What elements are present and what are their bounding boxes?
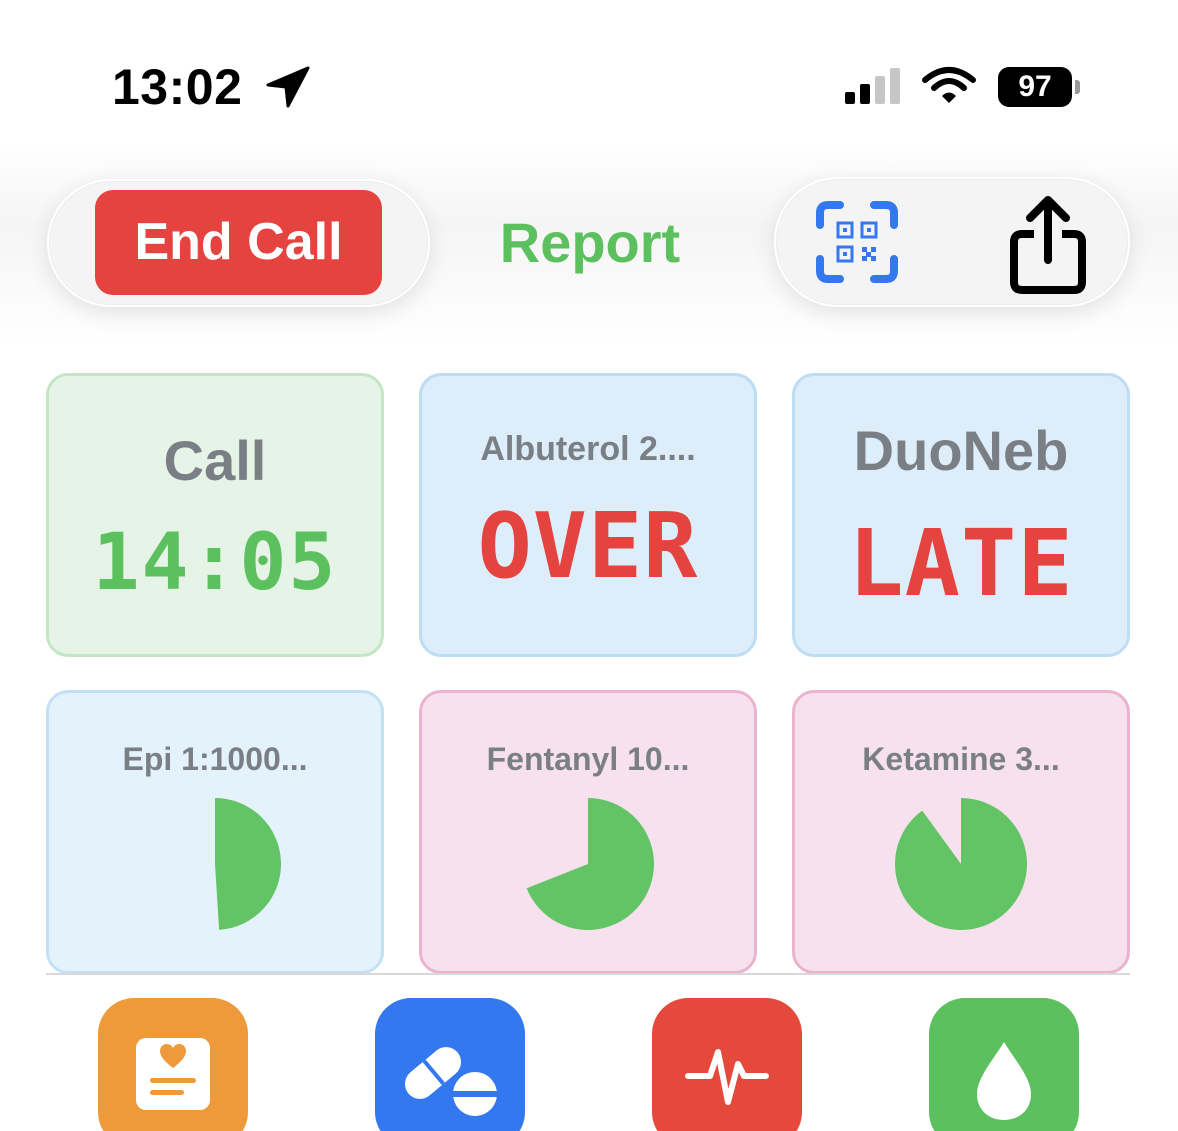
battery-level: 97 — [1018, 70, 1052, 103]
pills-icon — [404, 1047, 499, 1116]
tab-fluids[interactable] — [929, 998, 1079, 1131]
patient-card-icon — [136, 1038, 210, 1110]
tile-label: Ketamine 3... — [862, 741, 1060, 777]
battery-icon: 97 — [998, 67, 1072, 107]
call-timer-value: 14:05 — [92, 518, 338, 608]
tile-ketamine[interactable]: Ketamine 3... — [792, 690, 1130, 974]
tile-label: Fentanyl 10... — [486, 741, 690, 777]
tile-label: Albuterol 2.... — [480, 430, 696, 468]
progress-pie — [894, 798, 1027, 930]
tile-label: DuoNeb — [853, 419, 1069, 482]
progress-pie — [526, 798, 654, 930]
status-time: 13:02 — [112, 59, 243, 115]
cellular-signal-icon — [845, 68, 900, 104]
tab-patient[interactable] — [98, 998, 248, 1131]
tile-call-timer[interactable]: Call 14:05 — [46, 373, 384, 657]
wifi-icon — [922, 67, 976, 103]
tab-vitals[interactable] — [652, 998, 802, 1131]
tile-duoneb[interactable]: DuoNeb LATE — [792, 373, 1130, 657]
battery-nub — [1075, 80, 1080, 94]
tile-label: Call — [163, 429, 267, 492]
fluid-drop-icon — [977, 1042, 1031, 1120]
status-value: OVER — [477, 494, 699, 599]
tile-label: Epi 1:1000... — [122, 741, 308, 777]
divider — [46, 973, 1130, 975]
heartbeat-icon — [685, 1049, 769, 1105]
share-icon[interactable] — [1006, 194, 1090, 294]
page-title: Report — [499, 211, 681, 274]
tile-epi[interactable]: Epi 1:1000... — [46, 690, 384, 974]
location-arrow-icon — [266, 66, 310, 108]
status-value: LATE — [848, 510, 1074, 617]
tab-medications[interactable] — [375, 998, 525, 1131]
end-call-button[interactable]: End Call — [95, 190, 382, 295]
tile-fentanyl[interactable]: Fentanyl 10... — [419, 690, 757, 974]
tile-albuterol[interactable]: Albuterol 2.... OVER — [419, 373, 757, 657]
qr-scan-icon[interactable] — [814, 199, 900, 285]
progress-pie — [215, 798, 281, 930]
